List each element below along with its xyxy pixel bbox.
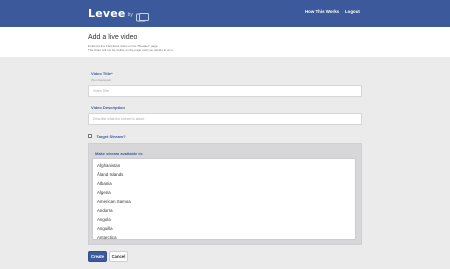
target-stream-label: Target Stream? [96, 133, 126, 139]
page-subtitle-2: The video will not be visible on the pag… [88, 48, 174, 52]
availability-label: Make stream available in: [95, 151, 144, 156]
video-title-label: Video Title* [91, 71, 113, 76]
page-header [0, 27, 450, 57]
cancel-button[interactable]: Cancel [109, 251, 128, 262]
create-button[interactable]: Create [88, 251, 107, 262]
nav-link-logout[interactable]: Logout [345, 9, 360, 14]
nav-link-how-this-works[interactable]: How This Works [305, 9, 339, 14]
list-item[interactable]: Angola [97, 217, 111, 222]
list-item[interactable]: Antarctica [97, 235, 117, 239]
target-stream-row[interactable]: Target Stream? [88, 132, 126, 140]
target-stream-checkbox[interactable] [88, 134, 92, 138]
top-navbar: Levee by How This Works Logout [0, 0, 450, 27]
video-description-input[interactable]: Describe what the stream is about [88, 113, 362, 125]
video-description-label: Video Description [91, 105, 125, 110]
page-title: Add a live video [88, 34, 138, 41]
list-item[interactable]: Afghanistan [97, 163, 120, 168]
list-item[interactable]: American Samoa [97, 199, 131, 204]
brand-logo[interactable]: Levee by [88, 5, 149, 21]
video-title-input[interactable]: Video Title [88, 85, 362, 97]
brand-mark-icon [135, 9, 149, 21]
brand-by: by [127, 11, 133, 18]
brand-name: Levee [88, 6, 126, 20]
list-item[interactable]: Algeria [97, 190, 111, 195]
list-item[interactable]: Åland Islands [97, 172, 123, 177]
list-item[interactable]: Albania [97, 181, 112, 186]
country-listbox[interactable]: Afghanistan Åland Islands Albania Algeri… [92, 158, 356, 240]
list-item[interactable]: Anguilla [97, 226, 113, 231]
list-item[interactable]: Andorra [97, 208, 113, 213]
video-title-hint: (Not displayed) [91, 78, 112, 82]
